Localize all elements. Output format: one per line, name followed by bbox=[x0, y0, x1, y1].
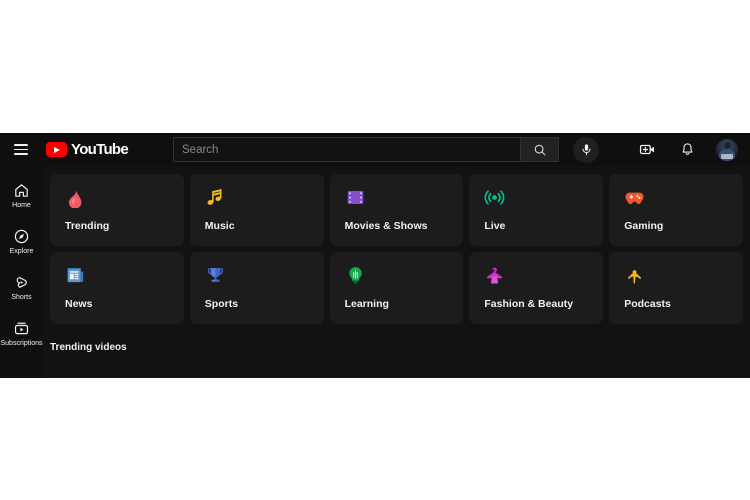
page-body: Home Explore Shorts Subscriptions Trendi… bbox=[0, 166, 750, 378]
flame-emoji-icon bbox=[68, 190, 82, 208]
hamburger-bar bbox=[14, 153, 28, 155]
lightbulb-emoji-icon bbox=[348, 267, 362, 284]
broadcast-emoji-icon bbox=[484, 190, 505, 205]
category-card-learning[interactable]: Learning bbox=[329, 252, 464, 324]
trending-videos-heading: Trending videos bbox=[50, 342, 127, 353]
film-strip-emoji-icon bbox=[347, 191, 363, 204]
category-card-fashion-and-beauty[interactable]: Fashion & Beauty bbox=[469, 252, 604, 324]
category-label: News bbox=[65, 298, 93, 310]
user-avatar[interactable] bbox=[716, 138, 738, 161]
masthead-left-group: YouTube bbox=[0, 139, 163, 161]
search-input[interactable] bbox=[173, 137, 520, 162]
video-camera-plus-icon bbox=[639, 144, 654, 155]
main-content: Trending Music Movies & Shows Live Gamin… bbox=[43, 166, 750, 378]
sidebar-item-label: Subscriptions bbox=[0, 339, 43, 347]
sidebar-item-shorts[interactable]: Shorts bbox=[0, 264, 43, 310]
voice-search-button[interactable] bbox=[573, 136, 599, 163]
category-label: Podcasts bbox=[624, 298, 671, 310]
category-card-sports[interactable]: Sports bbox=[189, 252, 324, 324]
sidebar-item-label: Explore bbox=[9, 247, 34, 255]
avatar-laptop bbox=[721, 153, 733, 159]
category-card-music[interactable]: Music bbox=[189, 174, 324, 246]
create-video-button[interactable] bbox=[636, 139, 658, 161]
category-card-gaming[interactable]: Gaming bbox=[609, 174, 743, 246]
hanger-emoji-icon bbox=[487, 267, 503, 284]
category-card-podcasts[interactable]: Podcasts bbox=[609, 252, 743, 324]
category-label: Live bbox=[484, 220, 506, 232]
compass-icon bbox=[14, 229, 29, 243]
brand-wordmark: YouTube bbox=[71, 141, 129, 158]
category-label: Fashion & Beauty bbox=[484, 298, 574, 310]
sidebar-item-label: Home bbox=[12, 201, 31, 209]
hamburger-menu-icon[interactable] bbox=[10, 139, 32, 161]
sidebar-item-label: Shorts bbox=[11, 293, 32, 301]
category-card-live[interactable]: Live bbox=[469, 174, 604, 246]
sidebar-item-subscriptions[interactable]: Subscriptions bbox=[0, 310, 43, 356]
hamburger-bar bbox=[14, 144, 28, 146]
youtube-play-icon bbox=[46, 142, 67, 157]
youtube-app-window: YouTube Search Home Explore Shorts Subsc… bbox=[0, 133, 750, 378]
category-label: Music bbox=[204, 220, 235, 232]
masthead-header: YouTube bbox=[0, 133, 750, 166]
subscriptions-icon bbox=[14, 322, 29, 334]
masthead-right-group bbox=[636, 138, 750, 161]
trophy-emoji-icon bbox=[207, 267, 223, 282]
play-triangle bbox=[54, 146, 61, 153]
category-card-movies-and-shows[interactable]: Movies & Shows bbox=[329, 174, 464, 246]
avatar-head bbox=[723, 142, 731, 149]
sidebar-item-explore[interactable]: Explore bbox=[0, 218, 43, 264]
category-label: Movies & Shows bbox=[344, 220, 428, 232]
sidebar-navigation: Home Explore Shorts Subscriptions bbox=[0, 166, 43, 378]
gamepad-emoji-icon bbox=[625, 192, 644, 205]
category-grid: Trending Music Movies & Shows Live Gamin… bbox=[50, 174, 743, 324]
search-group bbox=[173, 136, 599, 163]
shorts-icon bbox=[16, 276, 27, 288]
youtube-logo[interactable]: YouTube bbox=[46, 141, 129, 158]
podcast-emoji-icon bbox=[628, 270, 642, 284]
category-label: Learning bbox=[344, 298, 389, 310]
category-label: Sports bbox=[204, 298, 239, 310]
notifications-button[interactable] bbox=[676, 139, 698, 161]
newspaper-emoji-icon bbox=[67, 267, 84, 283]
sidebar-item-home[interactable]: Home bbox=[0, 172, 43, 218]
music-note-emoji-icon bbox=[207, 189, 222, 205]
home-icon bbox=[15, 183, 28, 197]
category-card-trending[interactable]: Trending bbox=[50, 174, 184, 246]
bell-icon bbox=[682, 143, 692, 155]
search-icon bbox=[534, 144, 545, 155]
microphone-icon bbox=[582, 144, 590, 155]
category-card-news[interactable]: News bbox=[50, 252, 184, 324]
category-label: Trending bbox=[65, 220, 110, 232]
search-submit-button[interactable] bbox=[520, 137, 559, 162]
hamburger-bar bbox=[14, 148, 28, 151]
category-label: Gaming bbox=[624, 220, 664, 232]
